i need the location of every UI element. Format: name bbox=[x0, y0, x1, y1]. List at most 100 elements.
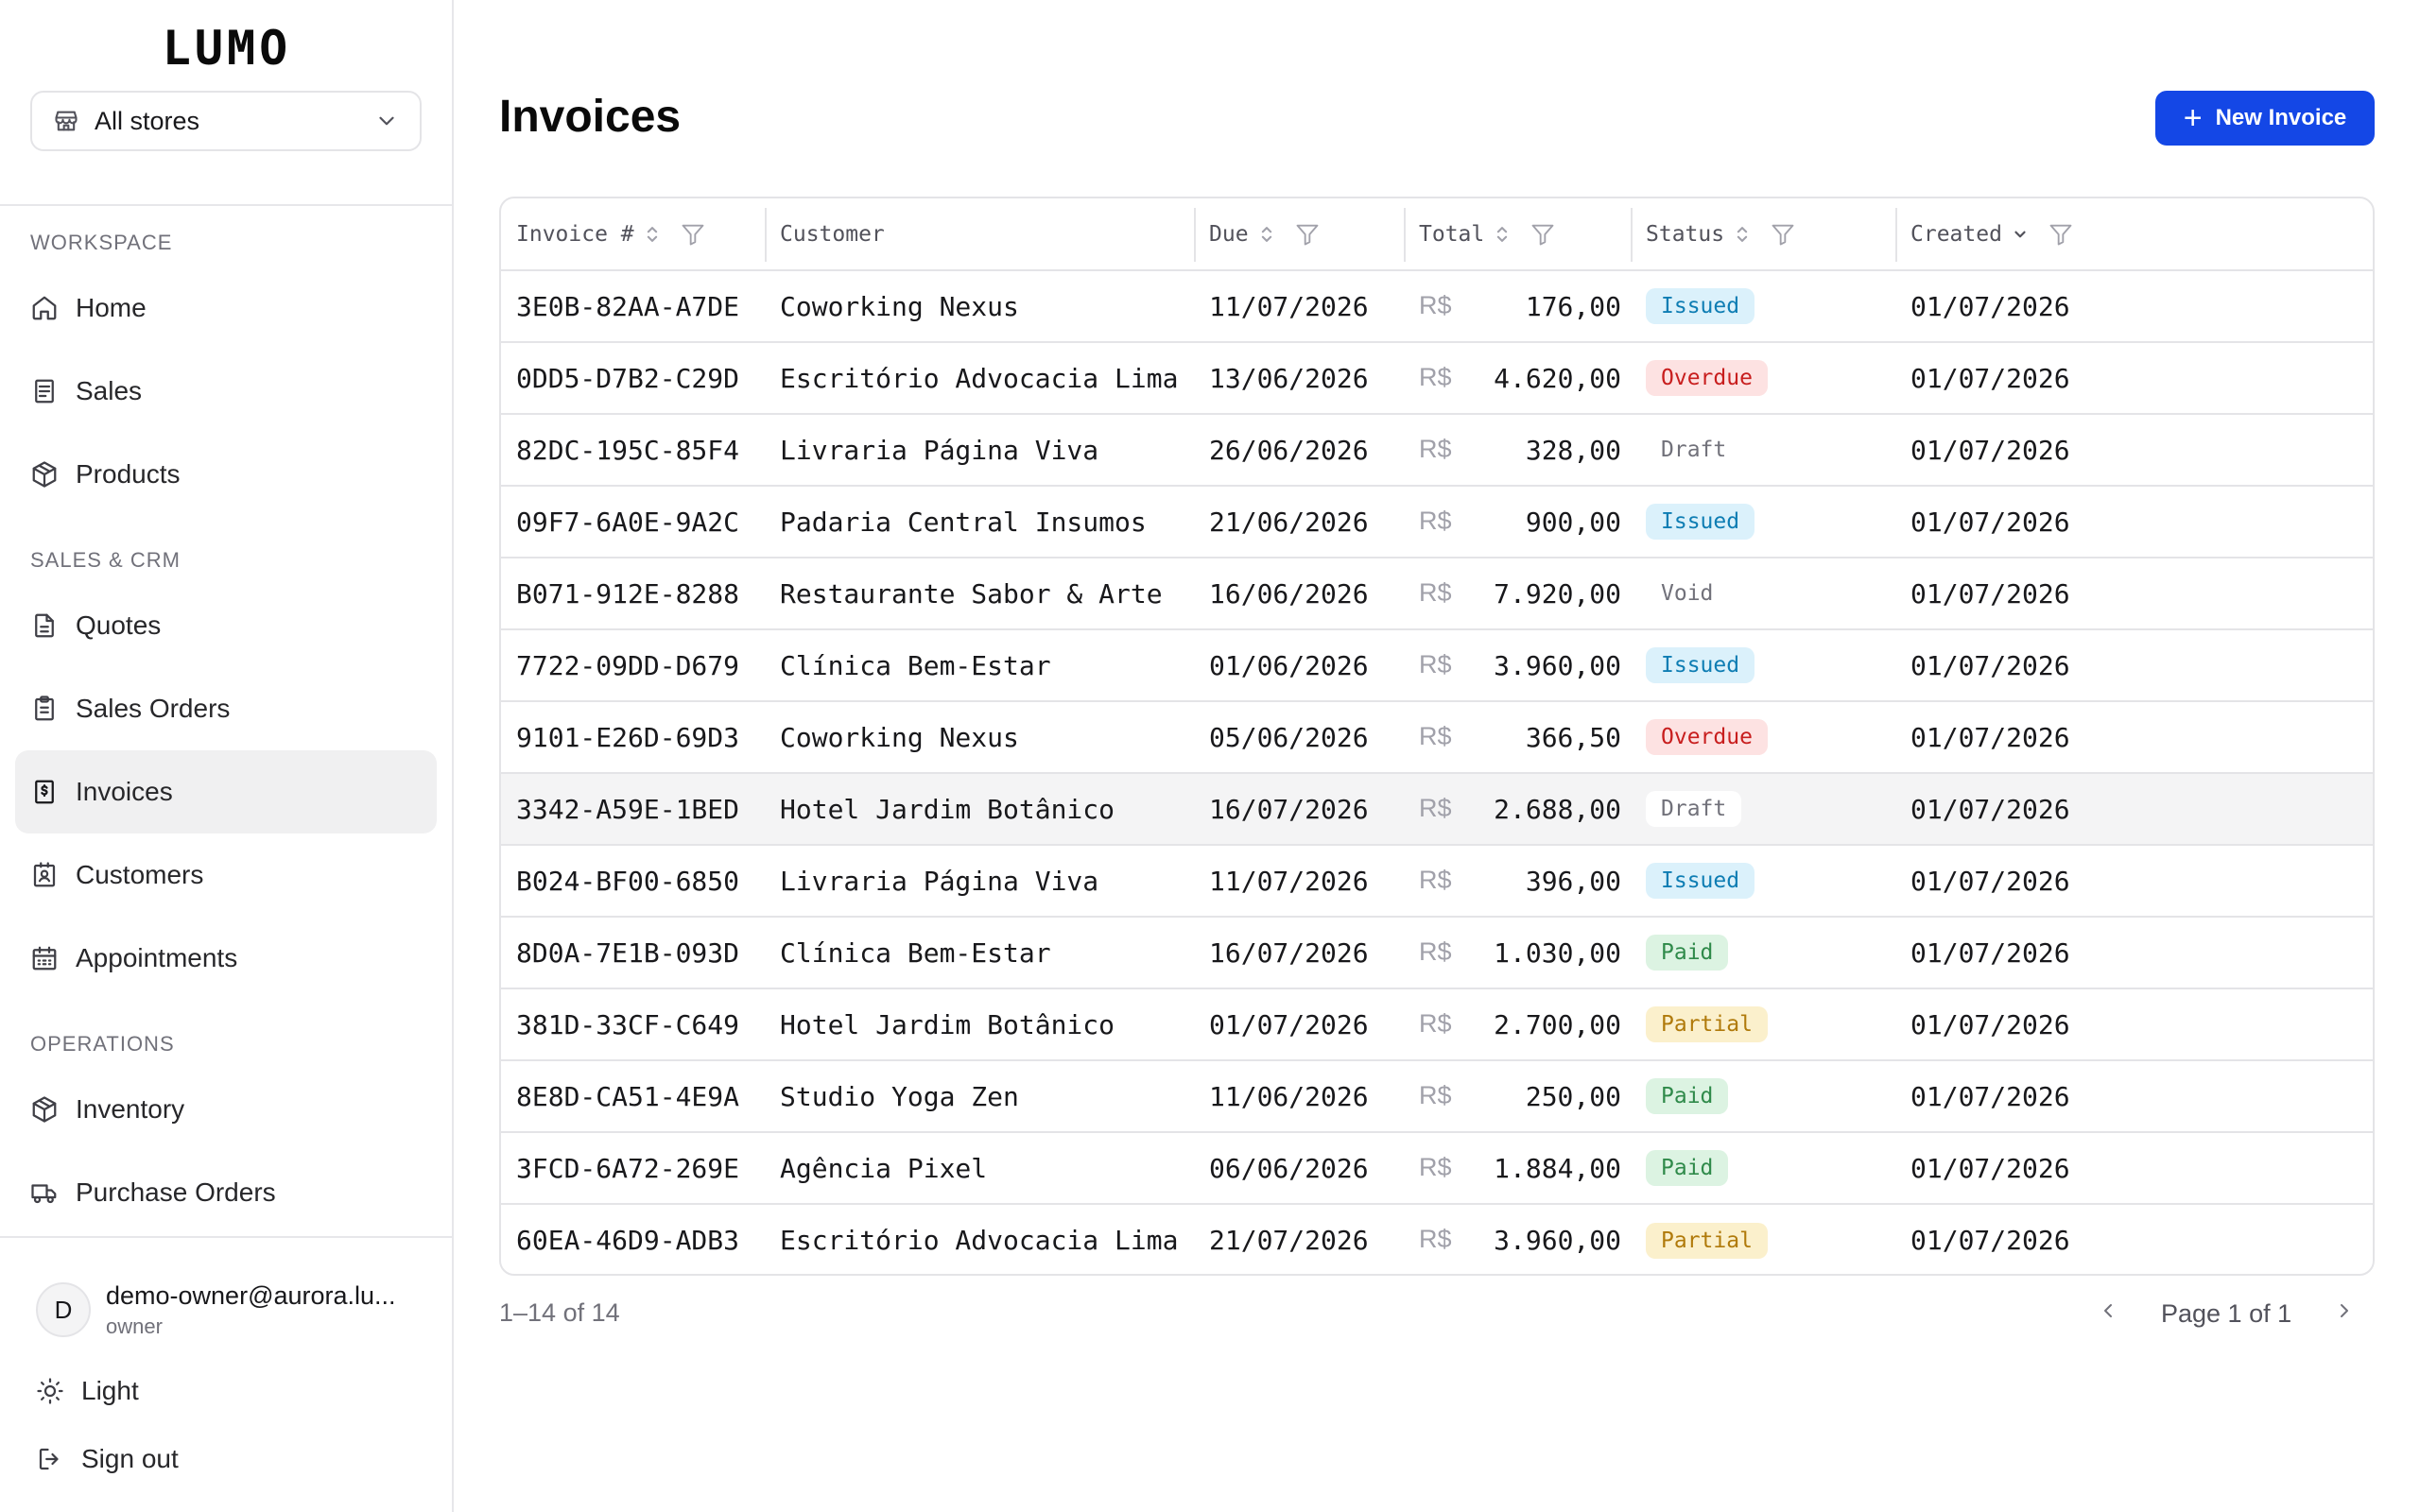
status-badge: Draft bbox=[1661, 438, 1727, 462]
status-badge: Issued bbox=[1646, 504, 1755, 540]
status-cell: Issued bbox=[1631, 486, 1895, 558]
sidebar-item-inventory[interactable]: Inventory bbox=[15, 1068, 437, 1151]
total-cell: R$ 396,00 bbox=[1404, 845, 1631, 918]
filter-icon[interactable] bbox=[1530, 221, 1556, 248]
customer-cell: Livraria Página Viva bbox=[765, 414, 1194, 487]
total-amount: 2.700,00 bbox=[1494, 1008, 1621, 1040]
table-row[interactable]: 09F7-6A0E-9A2C Padaria Central Insumos 21/… bbox=[501, 486, 2373, 558]
sidebar-item-sales-orders[interactable]: Sales Orders bbox=[15, 667, 437, 750]
due-date-cell: 21/07/2026 bbox=[1209, 1225, 1369, 1256]
section-label-operations: OPERATIONS bbox=[30, 1032, 175, 1056]
table-row[interactable]: B071-912E-8288 Restaurante Sabor & Arte 16… bbox=[501, 558, 2373, 630]
due-date-cell: 16/07/2026 bbox=[1194, 773, 1404, 846]
created-date-cell: 01/07/2026 bbox=[1895, 917, 2373, 989]
chevron-left-icon[interactable] bbox=[2089, 1298, 2127, 1329]
status-cell: Issued bbox=[1631, 629, 1895, 702]
plus-icon: + bbox=[2183, 100, 2203, 136]
customer-cell: Agência Pixel bbox=[765, 1132, 1194, 1205]
created-date-cell: 01/07/2026 bbox=[1895, 701, 2373, 774]
status-badge: Paid bbox=[1646, 1078, 1729, 1114]
table-row[interactable]: 0DD5-D7B2-C29D Escritório Advocacia Lima 1… bbox=[501, 342, 2373, 415]
due-date-cell: 01/06/2026 bbox=[1194, 629, 1404, 702]
theme-toggle[interactable]: Light bbox=[36, 1366, 139, 1416]
sidebar-item-label: Quotes bbox=[76, 610, 162, 640]
sort-icon[interactable] bbox=[644, 224, 661, 245]
table-row[interactable]: 3E0B-82AA-A7DE Coworking Nexus 11/07/2026 R… bbox=[501, 270, 2373, 343]
table-row[interactable]: 8E8D-CA51-4E9A Studio Yoga Zen 11/06/2026 R… bbox=[501, 1060, 2373, 1133]
currency-symbol: R$ bbox=[1419, 1152, 1452, 1181]
table-row[interactable]: 9101-E26D-69D3 Coworking Nexus 05/06/2026 R… bbox=[501, 701, 2373, 774]
total-amount: 396,00 bbox=[1525, 865, 1621, 897]
created-date-cell: 01/07/2026 bbox=[1910, 1225, 2070, 1256]
sort-icon[interactable] bbox=[1734, 224, 1751, 245]
sidebar-item-home[interactable]: Home bbox=[15, 266, 437, 350]
invoice-number-cell: 8E8D-CA51-4E9A bbox=[501, 1060, 765, 1133]
new-invoice-button[interactable]: + New Invoice bbox=[2155, 91, 2375, 146]
table-row[interactable]: 82DC-195C-85F4 Livraria Página Viva 26/06/… bbox=[501, 414, 2373, 487]
total-cell: R$ 176,00 bbox=[1404, 270, 1631, 343]
dollar-doc-icon bbox=[30, 778, 59, 806]
sidebar-item-invoices[interactable]: Invoices bbox=[15, 750, 437, 833]
sidebar-item-sales[interactable]: Sales bbox=[15, 350, 437, 433]
total-cell: R$ 250,00 bbox=[1404, 1060, 1631, 1133]
column-header-status[interactable]: Status bbox=[1631, 198, 1895, 271]
total-cell: R$ 366,50 bbox=[1404, 701, 1631, 774]
currency-symbol: R$ bbox=[1419, 865, 1452, 894]
customer-cell: Livraria Página Viva bbox=[765, 845, 1194, 918]
chevron-right-icon[interactable] bbox=[2325, 1298, 2363, 1329]
invoice-number-cell: 3E0B-82AA-A7DE bbox=[501, 270, 765, 343]
status-cell: Overdue bbox=[1631, 701, 1895, 774]
status-badge: Overdue bbox=[1646, 719, 1768, 755]
currency-symbol: R$ bbox=[1419, 434, 1452, 463]
invoice-number-cell: 3FCD-6A72-269E bbox=[501, 1132, 765, 1205]
total-amount: 1.030,00 bbox=[1494, 936, 1621, 969]
total-amount: 3.960,00 bbox=[1494, 1225, 1621, 1256]
sort-desc-icon[interactable] bbox=[2012, 226, 2029, 243]
sign-out-icon bbox=[36, 1445, 64, 1473]
total-amount: 4.620,00 bbox=[1494, 362, 1621, 394]
column-header-label: Customer bbox=[780, 221, 885, 247]
due-date-cell: 11/07/2026 bbox=[1194, 270, 1404, 343]
avatar: D bbox=[36, 1282, 91, 1337]
table-row[interactable]: 60EA-46D9-ADB3 Escritório Advocacia Lima 2… bbox=[501, 1204, 2373, 1274]
status-cell: Issued bbox=[1631, 845, 1895, 918]
filter-icon[interactable] bbox=[2048, 221, 2074, 248]
customer-cell: Padaria Central Insumos bbox=[765, 486, 1194, 558]
table-row[interactable]: 8D0A-7E1B-093D Clínica Bem-Estar 16/07/202… bbox=[501, 917, 2373, 989]
created-date-cell: 01/07/2026 bbox=[1895, 558, 2373, 630]
sidebar-item-purchase-orders[interactable]: Purchase Orders bbox=[15, 1151, 437, 1234]
status-badge: Paid bbox=[1646, 935, 1729, 971]
sidebar-item-label: Home bbox=[76, 293, 147, 322]
sidebar-item-quotes[interactable]: Quotes bbox=[15, 584, 437, 667]
document-icon bbox=[30, 611, 59, 640]
column-header-due[interactable]: Due bbox=[1194, 198, 1404, 271]
table-row[interactable]: B024-BF00-6850 Livraria Página Viva 11/07/… bbox=[501, 845, 2373, 918]
table-row[interactable]: 381D-33CF-C649 Hotel Jardim Botânico 01/07… bbox=[501, 988, 2373, 1061]
table-row[interactable]: 3342-A59E-1BED Hotel Jardim Botânico 16/07… bbox=[501, 773, 2373, 846]
sort-icon[interactable] bbox=[1258, 224, 1275, 245]
filter-icon[interactable] bbox=[1770, 221, 1796, 248]
sidebar-item-appointments[interactable]: Appointments bbox=[15, 917, 437, 1000]
sidebar-item-customers[interactable]: Customers bbox=[15, 833, 437, 917]
filter-icon[interactable] bbox=[680, 221, 706, 248]
table-row[interactable]: 7722-09DD-D679 Clínica Bem-Estar 01/06/202… bbox=[501, 629, 2373, 702]
created-date-cell: 01/07/2026 bbox=[1895, 629, 2373, 702]
sort-icon[interactable] bbox=[1494, 224, 1511, 245]
store-selector[interactable]: All stores bbox=[30, 91, 422, 151]
filter-icon[interactable] bbox=[1294, 221, 1321, 248]
column-header-invoice[interactable]: Invoice # bbox=[501, 198, 765, 271]
sign-out-button[interactable]: Sign out bbox=[36, 1435, 179, 1484]
column-header-created[interactable]: Created bbox=[1895, 198, 2373, 271]
status-badge: Void bbox=[1661, 581, 1714, 606]
status-cell: Draft bbox=[1631, 773, 1895, 846]
user-profile[interactable]: D demo-owner@aurora.lu... owner bbox=[36, 1276, 433, 1344]
total-amount: 3.960,00 bbox=[1494, 649, 1621, 681]
table-row[interactable]: 3FCD-6A72-269E Agência Pixel 06/06/2026 R$ 1… bbox=[501, 1132, 2373, 1205]
sidebar-item-label: Inventory bbox=[76, 1094, 185, 1124]
currency-symbol: R$ bbox=[1419, 290, 1452, 319]
column-header-total[interactable]: Total bbox=[1404, 198, 1631, 271]
total-cell: R$ 3.960,00 bbox=[1404, 629, 1631, 702]
invoice-number-cell: 82DC-195C-85F4 bbox=[501, 414, 765, 487]
sidebar-item-products[interactable]: Products bbox=[15, 433, 437, 516]
total-amount: 2.688,00 bbox=[1494, 793, 1621, 825]
